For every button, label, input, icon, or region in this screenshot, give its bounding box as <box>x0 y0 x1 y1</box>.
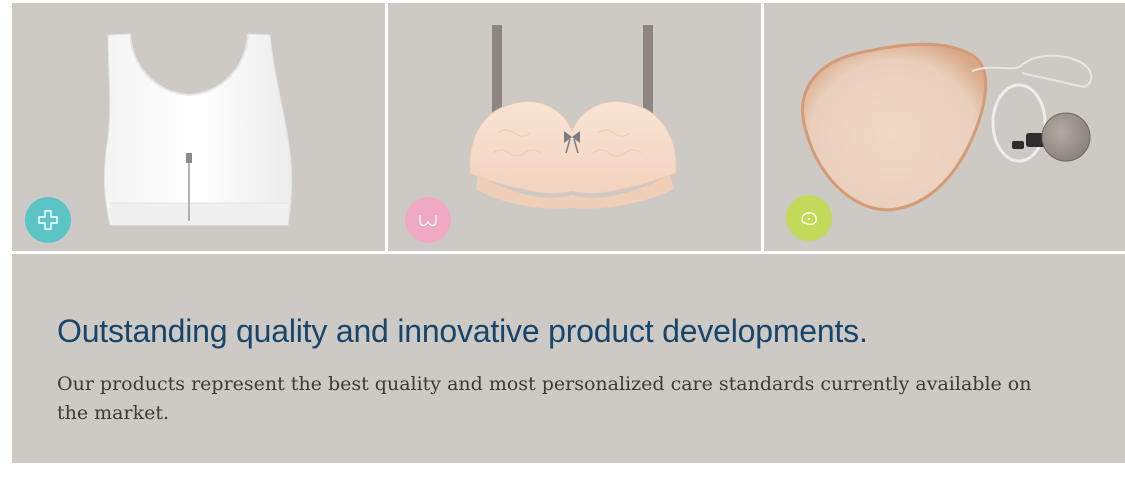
info-panel: Outstanding quality and innovative produ… <box>12 254 1125 463</box>
breast-form-badge <box>786 195 832 241</box>
product-tile-post-surgical-bra[interactable] <box>12 3 385 251</box>
breast-form-icon <box>801 212 817 226</box>
product-tile-lace-bra[interactable] <box>388 3 761 251</box>
product-tiles <box>12 3 1125 251</box>
headline: Outstanding quality and innovative produ… <box>57 313 868 349</box>
medical-cross-icon <box>38 210 58 230</box>
product-tile-breast-form[interactable] <box>764 3 1125 251</box>
product-section: Outstanding quality and innovative produ… <box>12 0 1125 493</box>
bra-badge <box>405 197 451 243</box>
bra-icon <box>419 215 437 227</box>
medical-cross-badge <box>25 197 71 243</box>
body-text: Our products represent the best quality … <box>57 373 1032 424</box>
